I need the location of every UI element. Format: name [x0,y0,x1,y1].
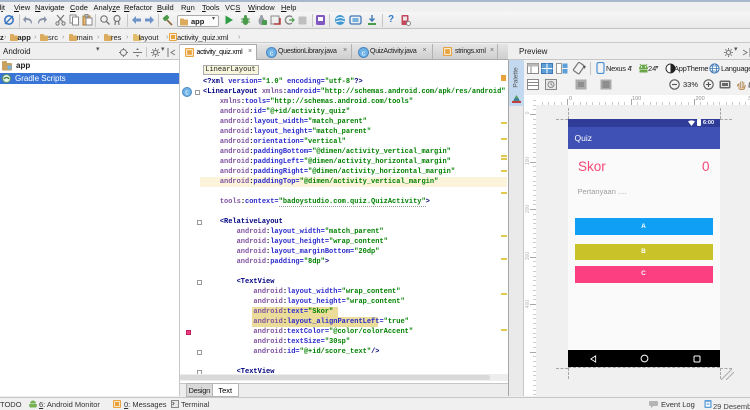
svg-text:c: c [362,48,366,57]
svg-text:c: c [270,48,274,57]
svg-text:c: c [185,90,189,97]
